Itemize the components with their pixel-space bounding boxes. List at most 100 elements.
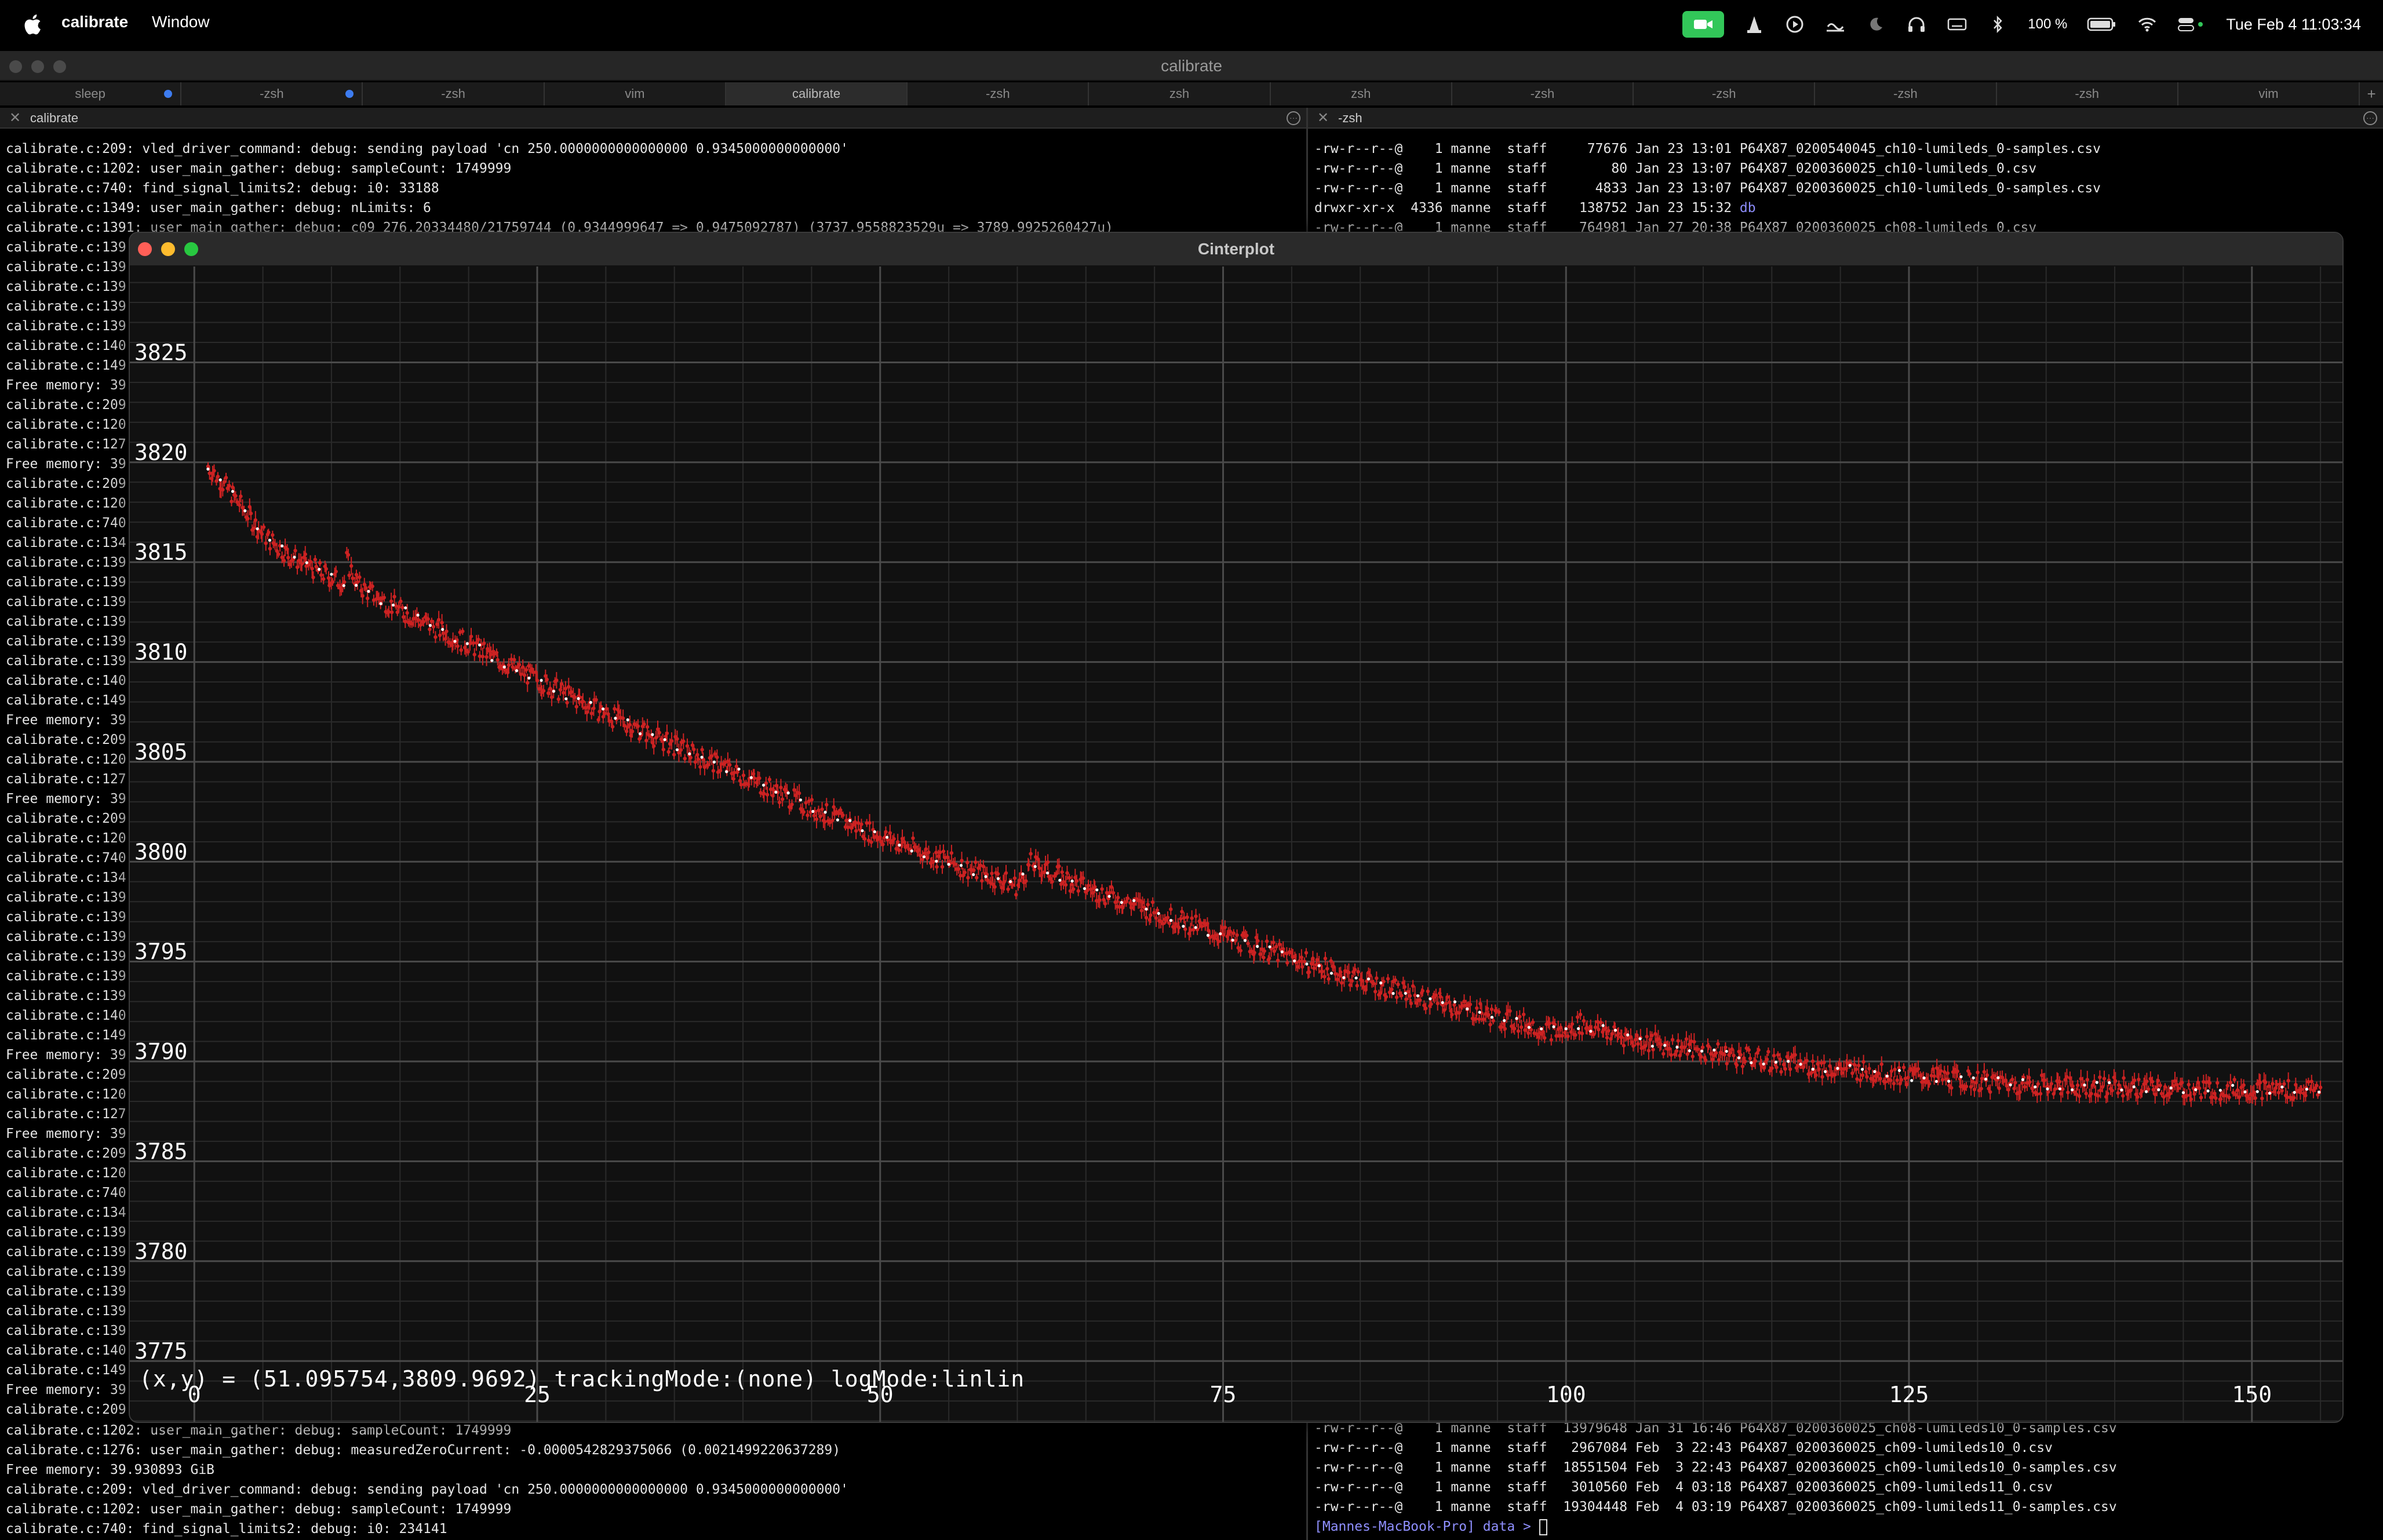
tab-label: -zsh xyxy=(1530,86,1555,101)
data-point xyxy=(370,584,374,589)
minimize-button[interactable] xyxy=(161,242,175,256)
data-point xyxy=(1861,1060,1865,1064)
more-icon[interactable]: ··· xyxy=(1287,111,1300,125)
play-icon[interactable] xyxy=(1784,14,1805,35)
mean-point xyxy=(2132,1085,2136,1089)
y-tick-label: 3805 xyxy=(134,739,188,765)
tab-zsh[interactable]: -zsh xyxy=(363,82,545,105)
data-point xyxy=(1659,1042,1663,1046)
bluetooth-icon[interactable] xyxy=(1987,14,2008,35)
tab-zsh[interactable]: -zsh xyxy=(908,82,1090,105)
data-point xyxy=(711,769,716,773)
data-point xyxy=(1267,956,1271,961)
data-point xyxy=(2057,1079,2062,1084)
data-point xyxy=(2227,1095,2231,1100)
data-point xyxy=(1516,1029,1521,1033)
data-point xyxy=(1901,1065,1906,1070)
data-point xyxy=(286,556,290,560)
data-point xyxy=(592,706,596,710)
close-icon[interactable]: ✕ xyxy=(1317,108,1329,129)
tab-label: calibrate xyxy=(792,86,841,101)
clock[interactable]: Tue Feb 4 11:03:34 xyxy=(2226,16,2361,34)
y-tick-label: 3775 xyxy=(134,1338,188,1364)
data-point xyxy=(1076,889,1080,893)
window-menu[interactable]: Window xyxy=(152,13,210,31)
right-pane-header[interactable]: ✕ -zsh ··· xyxy=(1308,108,2383,129)
data-point xyxy=(1179,917,1183,921)
close-icon[interactable]: ✕ xyxy=(9,108,21,129)
tab-zsh[interactable]: -zsh xyxy=(1997,82,2178,105)
data-point xyxy=(868,821,872,825)
data-point xyxy=(364,586,368,590)
mean-point xyxy=(2021,1078,2025,1081)
data-point xyxy=(2199,1096,2203,1100)
mean-point xyxy=(947,863,950,866)
tab-zsh[interactable]: -zsh xyxy=(1634,82,1816,105)
data-point xyxy=(935,864,939,869)
data-point xyxy=(974,860,978,864)
left-pane-header[interactable]: ✕ calibrate ··· xyxy=(0,108,1306,129)
data-point xyxy=(1167,921,1172,925)
terminal-titlebar[interactable]: calibrate xyxy=(0,51,2383,81)
apple-logo-icon[interactable] xyxy=(22,13,42,36)
battery-icon[interactable] xyxy=(2087,14,2117,35)
shell-prompt[interactable]: [Mannes-MacBook-Pro] data > xyxy=(1314,1517,1547,1537)
data-point xyxy=(459,648,463,652)
data-point xyxy=(812,813,817,818)
tab-zsh[interactable]: zsh xyxy=(1271,82,1452,105)
data-point xyxy=(642,722,646,727)
data-point xyxy=(956,867,961,871)
facetime-record-icon[interactable] xyxy=(1682,11,1725,38)
data-point xyxy=(2085,1078,2090,1082)
tab-zsh[interactable]: -zsh xyxy=(1452,82,1634,105)
tab-calibrate[interactable]: calibrate xyxy=(726,82,908,105)
close-button[interactable] xyxy=(138,242,152,256)
data-point xyxy=(1757,1048,1761,1052)
data-point xyxy=(1725,1061,1729,1065)
data-point xyxy=(1060,870,1064,874)
data-point xyxy=(672,753,676,757)
data-point xyxy=(569,690,573,694)
mean-point xyxy=(688,752,691,756)
screen-share-icon[interactable] xyxy=(1825,14,1846,35)
new-tab-button[interactable]: + xyxy=(2360,82,2383,105)
mean-point xyxy=(1527,1026,1531,1029)
mean-point xyxy=(305,561,308,564)
control-center-icon[interactable] xyxy=(2177,14,2206,35)
app-menu[interactable]: calibrate xyxy=(61,13,128,31)
data-point xyxy=(1788,1067,1792,1071)
more-icon[interactable]: ··· xyxy=(2363,111,2377,125)
mean-point xyxy=(441,627,444,631)
tab-vim[interactable]: vim xyxy=(2178,82,2360,105)
plot-canvas[interactable]: 3775 3780 3785 3790 3795 3800 3805 3810 3815 3820… xyxy=(130,267,2342,1423)
data-point xyxy=(780,797,785,801)
data-point xyxy=(1404,997,1408,1001)
data-point xyxy=(1684,1037,1689,1041)
zoom-button[interactable] xyxy=(184,242,198,256)
data-point xyxy=(2018,1090,2022,1094)
tab-zsh[interactable]: zsh xyxy=(1089,82,1271,105)
data-point xyxy=(2077,1094,2082,1099)
mean-point xyxy=(1416,994,1420,998)
data-point xyxy=(1992,1074,1996,1078)
plot-window-title[interactable]: Cinterplot xyxy=(130,233,2342,265)
tab-zsh[interactable]: -zsh xyxy=(1815,82,1997,105)
x-tick-label: 75 xyxy=(1210,1382,1237,1407)
tab-vim[interactable]: vim xyxy=(545,82,726,105)
data-point xyxy=(313,557,318,561)
headphones-icon[interactable] xyxy=(1906,14,1927,35)
keyboard-icon[interactable] xyxy=(1947,14,1967,35)
moon-icon[interactable] xyxy=(1865,14,1886,35)
data-point xyxy=(1605,1035,1609,1040)
data-point xyxy=(1616,1031,1620,1036)
mean-point xyxy=(1750,1061,1753,1064)
coordinate-readout: (x,y) = (51.095754,3809.9692) trackingMo… xyxy=(139,1366,1025,1392)
tab-zsh[interactable]: -zsh xyxy=(181,82,363,105)
data-point xyxy=(2228,1081,2233,1085)
vlc-cone-icon[interactable] xyxy=(1744,14,1765,35)
data-point xyxy=(1333,972,1338,976)
mean-point xyxy=(2181,1091,2185,1094)
tab-sleep[interactable]: sleep xyxy=(0,82,182,105)
data-point xyxy=(1276,958,1280,962)
wifi-icon[interactable] xyxy=(2137,14,2158,35)
